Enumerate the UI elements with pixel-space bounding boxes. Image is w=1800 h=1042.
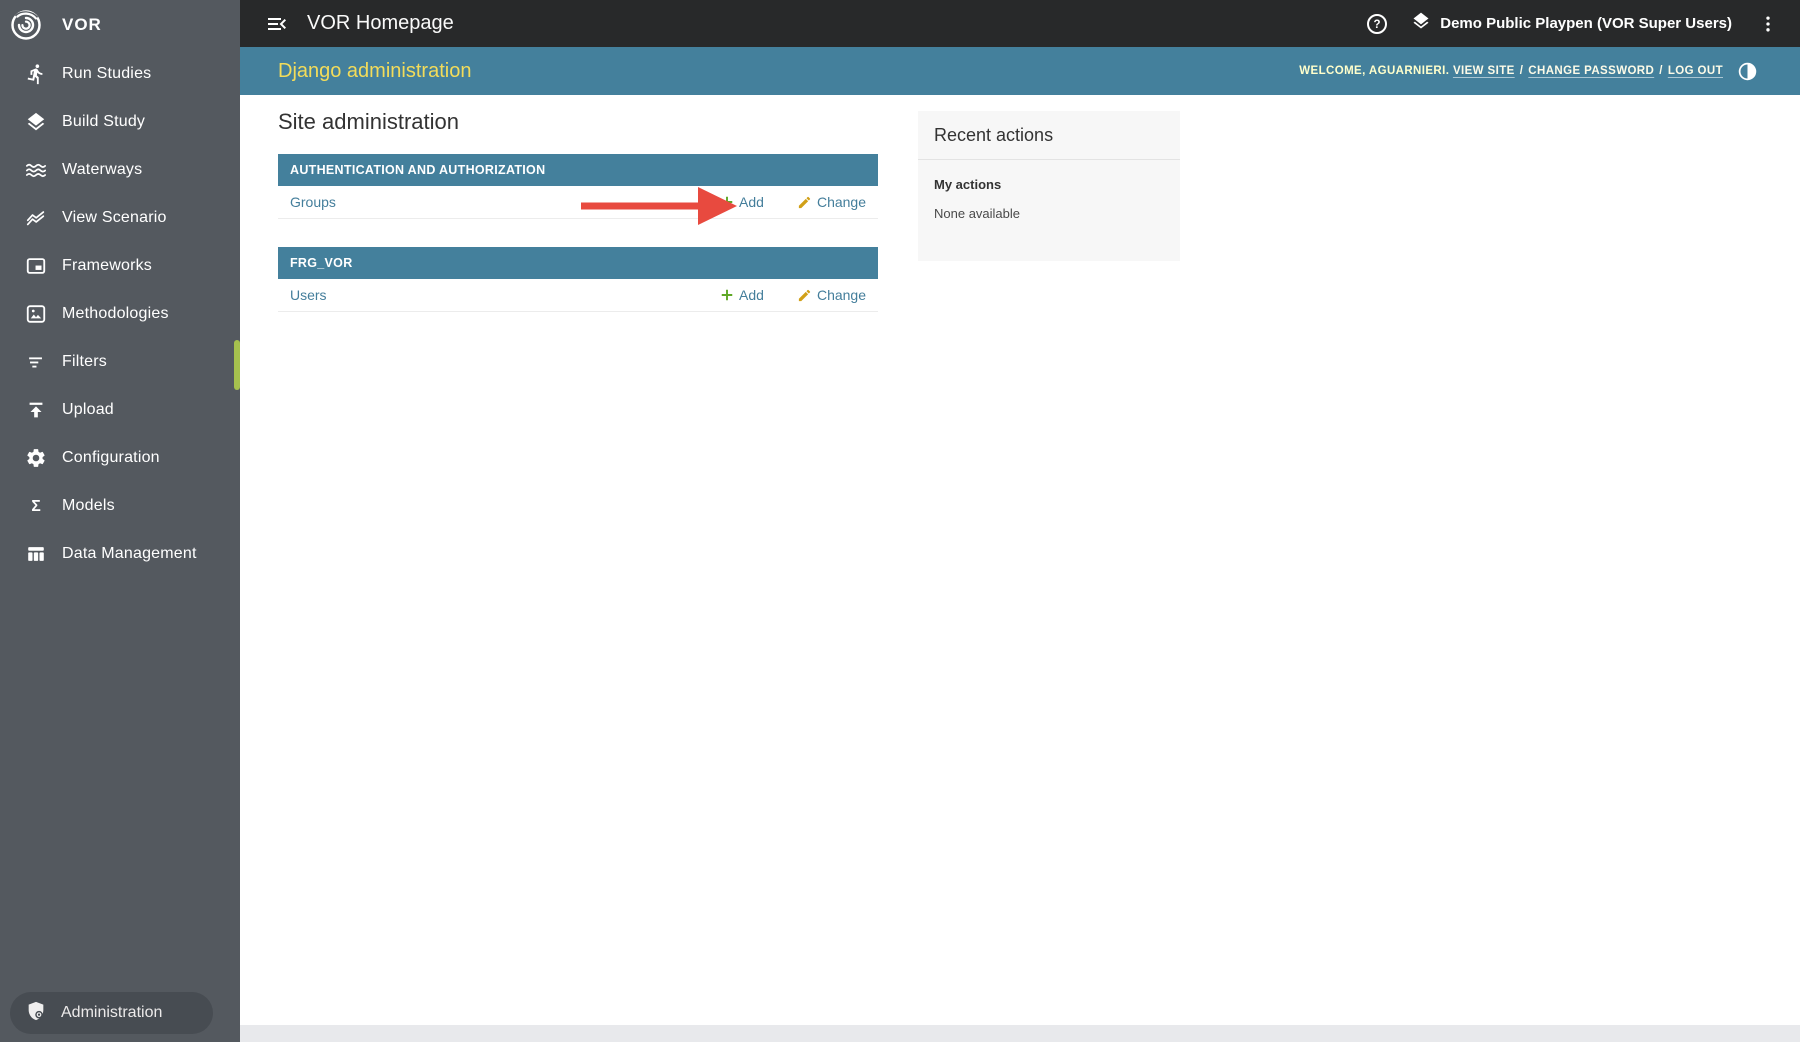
sidebar-item-label: Configuration bbox=[62, 449, 160, 466]
theme-toggle-icon[interactable] bbox=[1737, 61, 1758, 82]
change-groups-link[interactable]: Change bbox=[797, 194, 866, 210]
module-auth: AUTHENTICATION AND AUTHORIZATION Groups … bbox=[278, 154, 878, 219]
svg-text:?: ? bbox=[1374, 19, 1381, 31]
svg-text:Σ: Σ bbox=[31, 498, 40, 515]
none-available-text: None available bbox=[934, 206, 1021, 221]
brand: VOR bbox=[0, 0, 240, 50]
modules-column: Site administration AUTHENTICATION AND A… bbox=[278, 109, 878, 340]
groups-link[interactable]: Groups bbox=[290, 194, 336, 210]
link-separator: / bbox=[1519, 65, 1524, 77]
users-link[interactable]: Users bbox=[290, 287, 327, 303]
my-actions-label: My actions bbox=[934, 177, 1002, 192]
sidebar-item-run-studies[interactable]: Run Studies bbox=[0, 50, 240, 98]
recent-actions-panel: Recent actions My actions None available bbox=[918, 111, 1180, 261]
link-separator: / bbox=[1659, 65, 1663, 77]
sidebar-item-label: Frameworks bbox=[62, 257, 153, 274]
add-users-link[interactable]: Add bbox=[720, 287, 764, 303]
sidebar-item-build-study[interactable]: Build Study bbox=[0, 98, 240, 146]
vor-logo-icon bbox=[8, 7, 44, 43]
pencil-icon bbox=[797, 288, 812, 303]
sidebar-item-label: Waterways bbox=[62, 161, 143, 178]
app-window: VOR Run Studies Build Study Waterways Vi… bbox=[0, 0, 1800, 1042]
add-label: Add bbox=[739, 194, 764, 210]
sidebar-item-administration[interactable]: Administration bbox=[10, 992, 213, 1034]
recent-actions-title: Recent actions bbox=[918, 111, 1180, 160]
picture-in-picture-icon bbox=[24, 254, 48, 278]
upload-icon bbox=[24, 398, 48, 422]
change-label: Change bbox=[816, 287, 866, 303]
model-row-groups: Groups Add Change bbox=[278, 186, 878, 219]
logout-link[interactable]: LOG OUT bbox=[1668, 65, 1723, 77]
image-icon bbox=[24, 302, 48, 326]
playpen-label: Demo Public Playpen (VOR Super Users) bbox=[1440, 15, 1732, 32]
plus-icon bbox=[720, 288, 734, 302]
sidebar-item-configuration[interactable]: Configuration bbox=[0, 434, 240, 482]
topbar-right-cluster: ? Demo Public Playpen (VOR Super Users) bbox=[1365, 11, 1778, 36]
admin-shield-icon bbox=[25, 1000, 47, 1027]
table-columns-icon bbox=[24, 542, 48, 566]
plus-icon bbox=[720, 195, 734, 209]
sidebar: VOR Run Studies Build Study Waterways Vi… bbox=[0, 0, 240, 1042]
change-label: Change bbox=[816, 194, 866, 210]
sidebar-item-label: Data Management bbox=[62, 545, 197, 562]
help-icon[interactable]: ? bbox=[1365, 12, 1389, 36]
user-tools: WELCOME, AGUARNIERI. VIEW SITE / CHANGE … bbox=[1299, 65, 1723, 77]
run-icon bbox=[24, 62, 48, 86]
sidebar-item-waterways[interactable]: Waterways bbox=[0, 146, 240, 194]
sidebar-item-label: View Scenario bbox=[62, 209, 167, 226]
sidebar-item-label: Build Study bbox=[62, 113, 146, 130]
django-admin-bar: Django administration WELCOME, AGUARNIER… bbox=[240, 47, 1800, 95]
layers-icon bbox=[1411, 11, 1431, 36]
pencil-icon bbox=[797, 195, 812, 210]
django-admin-title[interactable]: Django administration bbox=[278, 60, 471, 83]
page-title: Site administration bbox=[278, 109, 459, 134]
sidebar-item-frameworks[interactable]: Frameworks bbox=[0, 242, 240, 290]
row-actions: Add Change bbox=[720, 287, 866, 303]
sidebar-item-label: Run Studies bbox=[62, 65, 152, 82]
filter-icon bbox=[24, 350, 48, 374]
module-frg-vor: FRG_VOR Users Add Change bbox=[278, 247, 878, 312]
sidebar-item-label: Models bbox=[62, 497, 115, 514]
sidebar-nav: Run Studies Build Study Waterways View S… bbox=[0, 50, 240, 578]
sidebar-item-data-management[interactable]: Data Management bbox=[0, 530, 240, 578]
brand-label: VOR bbox=[62, 15, 102, 34]
layers-icon bbox=[24, 110, 48, 134]
gear-icon bbox=[24, 446, 48, 470]
welcome-text: WELCOME, AGUARNIERI. bbox=[1299, 65, 1450, 77]
kebab-menu-icon[interactable] bbox=[1758, 13, 1778, 35]
content-area: Site administration AUTHENTICATION AND A… bbox=[240, 95, 1800, 1025]
top-app-bar: VOR Homepage ? Demo Public Playpen (VOR … bbox=[240, 0, 1800, 47]
page-header-title: VOR Homepage bbox=[307, 12, 454, 34]
sidebar-item-view-scenario[interactable]: View Scenario bbox=[0, 194, 240, 242]
sidebar-item-models[interactable]: Σ Models bbox=[0, 482, 240, 530]
add-label: Add bbox=[739, 287, 764, 303]
change-password-link[interactable]: CHANGE PASSWORD bbox=[1528, 65, 1654, 77]
view-site-link[interactable]: VIEW SITE bbox=[1453, 65, 1515, 77]
add-groups-link[interactable]: Add bbox=[720, 194, 764, 210]
sidebar-item-methodologies[interactable]: Methodologies bbox=[0, 290, 240, 338]
module-caption: FRG_VOR bbox=[278, 247, 878, 279]
playpen-selector[interactable]: Demo Public Playpen (VOR Super Users) bbox=[1411, 11, 1732, 36]
sidebar-item-label: Upload bbox=[62, 401, 114, 418]
module-caption: AUTHENTICATION AND AUTHORIZATION bbox=[278, 154, 878, 186]
trend-lines-icon bbox=[24, 206, 48, 230]
waves-icon bbox=[24, 158, 48, 182]
row-actions: Add Change bbox=[720, 194, 866, 210]
model-row-users: Users Add Change bbox=[278, 279, 878, 312]
bottom-strip bbox=[240, 1025, 1800, 1042]
sidebar-item-label: Administration bbox=[61, 1004, 163, 1021]
change-users-link[interactable]: Change bbox=[797, 287, 866, 303]
sigma-icon: Σ bbox=[24, 494, 48, 518]
menu-open-icon[interactable] bbox=[265, 12, 289, 36]
sidebar-item-filters[interactable]: Filters bbox=[0, 338, 240, 386]
sidebar-item-label: Filters bbox=[62, 353, 107, 370]
main-column: VOR Homepage ? Demo Public Playpen (VOR … bbox=[240, 0, 1800, 1042]
sidebar-item-label: Methodologies bbox=[62, 305, 169, 322]
sidebar-item-upload[interactable]: Upload bbox=[0, 386, 240, 434]
